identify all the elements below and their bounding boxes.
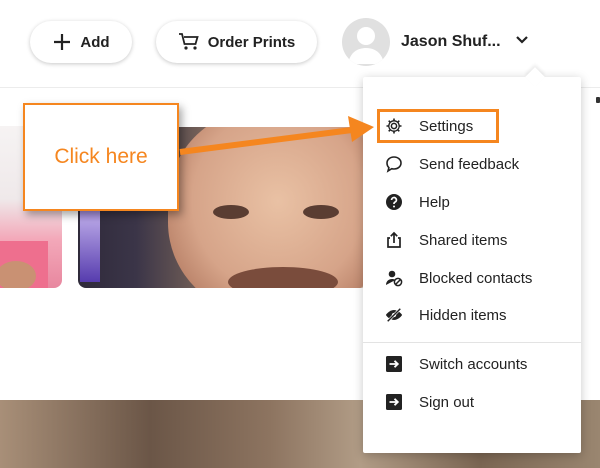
- annotation-callout: Click here: [23, 103, 179, 211]
- menu-item-label: Switch accounts: [419, 355, 528, 373]
- menu-item-help[interactable]: Help: [363, 185, 581, 219]
- sign-out-icon: [385, 393, 403, 411]
- plus-icon: [54, 34, 71, 50]
- annotation-text: Click here: [54, 145, 148, 168]
- menu-item-switch-accounts[interactable]: Switch accounts: [363, 347, 581, 381]
- switch-account-icon: [385, 355, 403, 373]
- menu-item-shared-items[interactable]: Shared items: [363, 223, 581, 257]
- add-button-label: Add: [80, 33, 110, 51]
- menu-item-label: Sign out: [419, 393, 475, 411]
- account-name[interactable]: Jason Shuf...: [401, 33, 501, 51]
- menu-item-send-feedback[interactable]: Send feedback: [363, 147, 581, 181]
- settings-highlight-box: [377, 109, 499, 143]
- menu-item-label: Send feedback: [419, 155, 520, 173]
- photo-detail: [213, 205, 249, 219]
- photo-detail: [0, 261, 36, 288]
- photo-detail: [303, 205, 339, 219]
- chevron-down-icon[interactable]: [515, 35, 529, 45]
- help-icon: [385, 193, 403, 211]
- cart-icon: [178, 33, 199, 50]
- edge-indicator: [596, 97, 600, 103]
- photo-detail: [168, 127, 368, 288]
- menu-item-label: Blocked contacts: [419, 269, 533, 287]
- menu-item-sign-out[interactable]: Sign out: [363, 385, 581, 419]
- add-button[interactable]: Add: [30, 21, 132, 63]
- menu-item-blocked-contacts[interactable]: Blocked contacts: [363, 261, 581, 295]
- menu-divider: [363, 342, 581, 343]
- menu-item-label: Shared items: [419, 231, 508, 249]
- share-icon: [385, 231, 403, 249]
- order-prints-button[interactable]: Order Prints: [156, 21, 317, 63]
- menu-item-label: Hidden items: [419, 306, 507, 324]
- avatar[interactable]: [342, 18, 390, 66]
- hidden-eye-icon: [385, 306, 403, 324]
- menu-item-label: Help: [419, 193, 450, 211]
- feedback-bubble-icon: [385, 155, 403, 173]
- blocked-contact-icon: [385, 269, 403, 287]
- menu-item-hidden-items[interactable]: Hidden items: [363, 298, 581, 332]
- user-silhouette-icon: [348, 27, 384, 64]
- order-prints-label: Order Prints: [207, 33, 296, 51]
